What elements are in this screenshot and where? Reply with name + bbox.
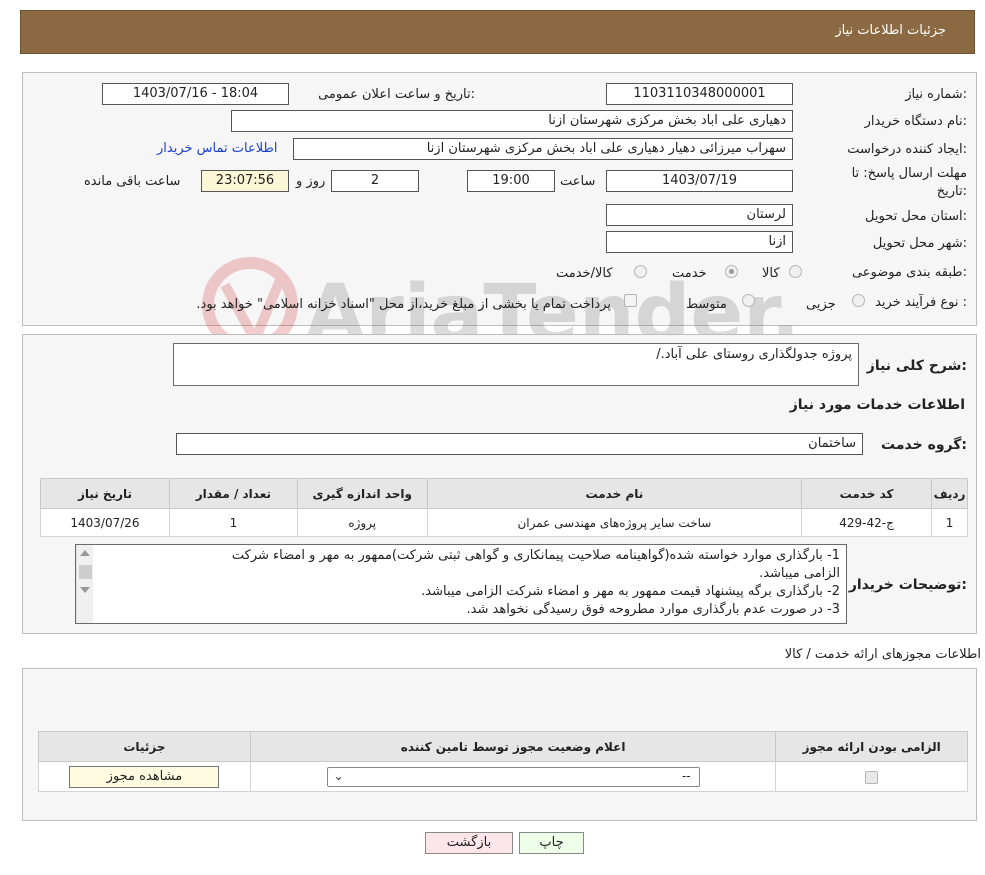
scroll-thumb[interactable]: [79, 565, 92, 579]
treasury-payment-note: پرداخت تمام یا بخشی از مبلغ خرید،از محل …: [196, 297, 611, 312]
deadline-label-2: تاریخ:: [936, 184, 967, 199]
buyer-notes-label: توضیحات خریدار:: [848, 577, 967, 593]
col-permit-required: الزامی بودن ارائه مجوز: [775, 731, 968, 762]
category-goods-label: کالا: [762, 266, 780, 281]
col-name: نام خدمت: [426, 478, 803, 509]
deadline-time-field[interactable]: 19:00: [467, 170, 555, 192]
city-label: شهر محل تحویل:: [872, 236, 967, 251]
permit-status-value: --: [681, 768, 691, 783]
announce-date-label: تاریخ و ساعت اعلان عمومی:: [318, 87, 475, 102]
chevron-down-icon: ⌄: [333, 768, 344, 783]
category-service-label: خدمت: [672, 266, 707, 281]
print-button[interactable]: چاپ: [519, 832, 584, 854]
category-label: طبقه بندی موضوعی:: [851, 265, 967, 280]
city-field[interactable]: ازنا: [606, 231, 793, 253]
col-date: تاریخ نیاز: [40, 478, 170, 509]
scroll-up-icon[interactable]: [80, 550, 90, 556]
view-permit-button[interactable]: مشاهده مجوز: [69, 765, 220, 788]
col-code: کد خدمت: [801, 478, 933, 509]
scroll-down-icon[interactable]: [80, 587, 90, 593]
buyer-note-line: 2- بارگذاری برگه پیشنهاد قیمت ممهور به م…: [421, 584, 840, 599]
creator-label: ایجاد کننده درخواست:: [847, 142, 967, 157]
permits-table: الزامی بودن ارائه مجوز اعلام وضعیت مجوز …: [38, 731, 968, 792]
buyer-note-line: 1- بارگذاری موارد خواسته شده(گواهینامه ص…: [231, 548, 840, 563]
page-title: جزئیات اطلاعات نیاز: [835, 23, 946, 38]
buyer-org-field[interactable]: دهیاری علی اباد بخش مرکزی شهرستان ازنا: [231, 110, 793, 132]
days-label: روز و: [296, 174, 326, 189]
buyer-note-line: الزامی میباشد.: [759, 566, 840, 581]
buyer-org-label: نام دستگاه خریدار:: [864, 114, 967, 129]
need-number-field[interactable]: 1103110348000001: [606, 83, 793, 105]
permits-section-title: اطلاعات مجوزهای ارائه خدمت / کالا: [784, 647, 981, 662]
category-both-radio[interactable]: [634, 265, 647, 278]
cell-date: 1403/07/26: [40, 508, 170, 537]
cell-row: 1: [931, 508, 968, 537]
remaining-time-field: 23:07:56: [201, 170, 289, 192]
buyer-note-line: 3- در صورت عدم بارگذاری موارد مطروحه فوق…: [466, 602, 840, 617]
col-permit-status: اعلام وضعیت مجوز توسط تامین کننده: [249, 731, 777, 762]
process-label: نوع فرآیند خرید :: [875, 295, 967, 310]
services-section-title: اطلاعات خدمات مورد نیاز: [789, 397, 965, 413]
permit-status-select[interactable]: -- ⌄: [326, 766, 700, 787]
notes-scrollbar[interactable]: [76, 545, 93, 623]
process-minor-label: جزیی: [806, 297, 836, 312]
col-unit: واحد اندازه گیری: [296, 478, 428, 509]
deadline-date-field[interactable]: 1403/07/19: [606, 170, 793, 192]
col-permit-details: جزئیات: [38, 731, 251, 762]
need-number-label: شماره نیاز:: [905, 87, 967, 102]
buyer-contact-link[interactable]: اطلاعات تماس خریدار: [157, 141, 277, 156]
process-medium-radio[interactable]: [742, 294, 755, 307]
remaining-time-label: ساعت باقی مانده: [84, 174, 181, 189]
summary-label: شرح کلی نیاز:: [866, 358, 967, 374]
service-group-label: گروه خدمت:: [881, 437, 967, 453]
permit-required-checkbox[interactable]: [865, 770, 879, 784]
category-both-label: کالا/خدمت: [556, 266, 613, 281]
cell-code: ج-42-429: [801, 508, 933, 537]
creator-field[interactable]: سهراب میرزائی دهیار دهیاری علی اباد بخش …: [293, 138, 793, 160]
cell-qty: 1: [168, 508, 298, 537]
cell-name: ساخت سایر پروژه‌های مهندسی عمران: [426, 508, 803, 537]
page-header: جزئیات اطلاعات نیاز: [20, 10, 975, 54]
category-service-radio[interactable]: [725, 265, 738, 278]
back-button[interactable]: بازگشت: [425, 832, 513, 854]
col-qty: تعداد / مقدار: [168, 478, 298, 509]
days-field[interactable]: 2: [331, 170, 419, 192]
table-row[interactable]: 1 ج-42-429 ساخت سایر پروژه‌های مهندسی عم…: [40, 508, 968, 537]
province-field[interactable]: لرستان: [606, 204, 793, 226]
cell-unit: پروژه: [296, 508, 428, 537]
deadline-label: مهلت ارسال پاسخ: تا: [851, 166, 967, 181]
summary-textarea[interactable]: پروژه جدولگذاری روستای علی آباد./: [173, 343, 859, 386]
summary-text: پروژه جدولگذاری روستای علی آباد./: [656, 347, 852, 362]
col-row: ردیف: [931, 478, 968, 509]
table-row: -- ⌄ مشاهده مجوز: [38, 761, 968, 792]
buyer-notes-textarea[interactable]: 1- بارگذاری موارد خواسته شده(گواهینامه ص…: [75, 544, 847, 624]
process-medium-label: متوسط: [686, 297, 727, 312]
service-group-field[interactable]: ساختمان: [176, 433, 863, 455]
province-label: استان محل تحویل:: [865, 209, 967, 224]
treasury-payment-checkbox[interactable]: [624, 294, 637, 307]
category-goods-radio[interactable]: [789, 265, 802, 278]
services-table: ردیف کد خدمت نام خدمت واحد اندازه گیری ت…: [40, 478, 968, 537]
deadline-time-label: ساعت: [560, 174, 596, 189]
announce-date-field[interactable]: 1403/07/16 - 18:04: [102, 83, 289, 105]
process-minor-radio[interactable]: [852, 294, 865, 307]
